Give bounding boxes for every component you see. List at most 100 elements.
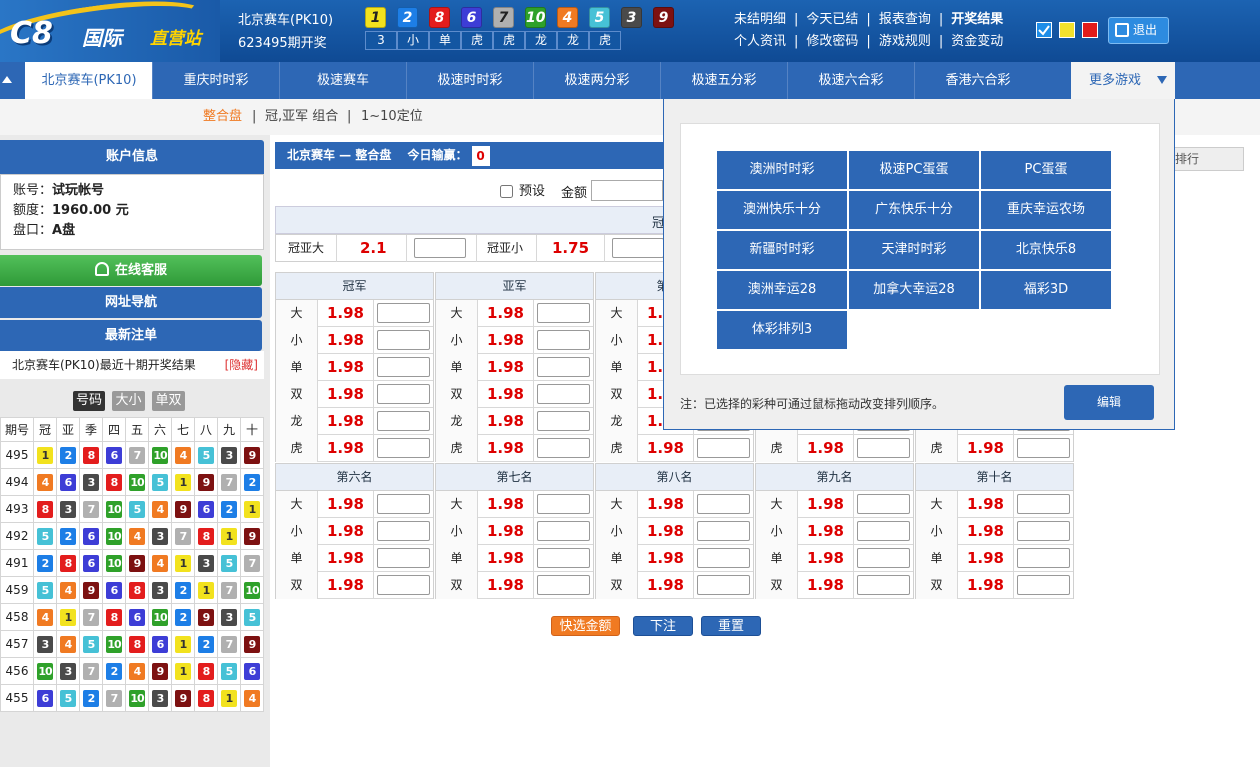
bet-amount-input[interactable] xyxy=(377,575,430,595)
mode-number[interactable]: 号码 xyxy=(73,391,105,411)
plate-value: A盘 xyxy=(52,223,76,238)
nav-tab[interactable]: 北京赛车(PK10) xyxy=(25,62,153,99)
nav-tab[interactable]: 极速六合彩 xyxy=(787,62,914,99)
edit-button[interactable]: 编辑 xyxy=(1064,385,1154,420)
bet-amount-input[interactable] xyxy=(697,548,750,568)
bet-amount-input[interactable] xyxy=(697,494,750,514)
subnav-gy-combo[interactable]: 冠,亚军 组合 xyxy=(265,99,338,135)
bet-amount-input[interactable] xyxy=(377,330,430,350)
bet-amount-input[interactable] xyxy=(857,494,910,514)
odds-value: 1.98 xyxy=(318,381,374,408)
bet-amount-input[interactable] xyxy=(537,494,590,514)
bet-amount-input[interactable] xyxy=(857,438,910,458)
nav-tab[interactable]: 极速时时彩 xyxy=(406,62,533,99)
nav-tab[interactable]: 香港六合彩 xyxy=(914,62,1041,99)
bet-amount-input[interactable] xyxy=(377,521,430,541)
bet-amount-input[interactable] xyxy=(537,521,590,541)
history-ball: 6 xyxy=(244,662,260,680)
theme-red-swatch[interactable] xyxy=(1082,22,1098,38)
bet-amount-input[interactable] xyxy=(537,438,590,458)
gy-small-label: 冠亚小 xyxy=(487,241,524,255)
quick-amount-button[interactable]: 快选金额 xyxy=(551,616,620,636)
latest-bets-button[interactable]: 最新注单 xyxy=(0,320,262,351)
top-link[interactable]: 资金变动 xyxy=(951,31,1003,53)
bet-amount-input[interactable] xyxy=(1017,521,1070,541)
bet-amount-input[interactable] xyxy=(537,303,590,323)
bet-amount-input[interactable] xyxy=(857,575,910,595)
limit-value: 1960.00 元 xyxy=(52,203,129,218)
nav-tab[interactable]: 极速五分彩 xyxy=(660,62,787,99)
gy-small-input[interactable] xyxy=(612,238,664,258)
bet-amount-input[interactable] xyxy=(377,303,430,323)
gy-big-input[interactable] xyxy=(414,238,466,258)
dropdown-game[interactable]: 极速PC蛋蛋 xyxy=(849,151,979,189)
top-link[interactable]: 修改密码 xyxy=(806,31,858,53)
reset-button[interactable]: 重置 xyxy=(701,616,761,636)
collapse-arrow-icon[interactable] xyxy=(2,76,12,83)
logo[interactable]: C8 国际 直营站 xyxy=(0,0,220,62)
bet-amount-input[interactable] xyxy=(537,575,590,595)
top-link[interactable]: 今天已结 xyxy=(806,9,858,31)
online-service-button[interactable]: 在线客服 xyxy=(0,255,262,286)
nav-tab[interactable]: 极速两分彩 xyxy=(533,62,660,99)
dropdown-game[interactable]: 重庆幸运农场 xyxy=(981,191,1111,229)
top-link[interactable]: 未结明细 xyxy=(734,9,786,31)
bet-amount-input[interactable] xyxy=(537,357,590,377)
dropdown-game[interactable]: PC蛋蛋 xyxy=(981,151,1111,189)
preset-toggle[interactable]: 预设 xyxy=(500,180,545,199)
nav-tab[interactable]: 重庆时时彩 xyxy=(152,62,279,99)
bet-amount-input[interactable] xyxy=(537,330,590,350)
dropdown-game[interactable]: 新疆时时彩 xyxy=(717,231,847,269)
bet-button[interactable]: 下注 xyxy=(633,616,693,636)
dropdown-game[interactable]: 北京快乐8 xyxy=(981,231,1111,269)
dropdown-game[interactable]: 福彩3D xyxy=(981,271,1111,309)
subnav-integrated[interactable]: 整合盘 xyxy=(203,99,242,135)
bet-amount-input[interactable] xyxy=(377,548,430,568)
dropdown-game[interactable]: 加拿大幸运28 xyxy=(849,271,979,309)
bet-amount-input[interactable] xyxy=(537,384,590,404)
top-link[interactable]: 报表查询 xyxy=(879,9,931,31)
amount-input[interactable] xyxy=(591,180,663,201)
subnav-position[interactable]: 1~10定位 xyxy=(361,99,423,135)
bet-amount-input[interactable] xyxy=(697,438,750,458)
bet-amount-input[interactable] xyxy=(537,411,590,431)
dropdown-game[interactable]: 澳洲时时彩 xyxy=(717,151,847,189)
top-link[interactable]: 个人资讯 xyxy=(734,31,786,53)
bet-amount-input[interactable] xyxy=(537,548,590,568)
top-link[interactable]: 开奖结果 xyxy=(951,9,1003,31)
theme-yellow-swatch[interactable] xyxy=(1059,22,1075,38)
theme-blue-checkbox[interactable] xyxy=(1036,22,1052,38)
dropdown-game[interactable]: 天津时时彩 xyxy=(849,231,979,269)
history-ball: 1 xyxy=(221,689,237,707)
dropdown-game[interactable]: 体彩排列3 xyxy=(717,311,847,349)
bet-amount-input[interactable] xyxy=(857,521,910,541)
history-cell: 1 xyxy=(171,549,195,577)
bet-amount-input[interactable] xyxy=(1017,575,1070,595)
more-games-label: 更多游戏 xyxy=(1089,73,1142,88)
preset-checkbox[interactable] xyxy=(500,185,513,198)
top-link[interactable]: 游戏规则 xyxy=(879,31,931,53)
bet-amount-input[interactable] xyxy=(1017,548,1070,568)
nav-tab[interactable]: 极速赛车 xyxy=(279,62,406,99)
bet-amount-input[interactable] xyxy=(697,575,750,595)
bet-amount-input[interactable] xyxy=(377,438,430,458)
link-separator: | xyxy=(938,12,944,27)
bet-amount-input[interactable] xyxy=(1017,494,1070,514)
dropdown-game[interactable]: 澳洲幸运28 xyxy=(717,271,847,309)
url-nav-button[interactable]: 网址导航 xyxy=(0,287,262,318)
mode-size[interactable]: 大小 xyxy=(112,391,145,411)
odds-value: 1.98 xyxy=(478,381,534,408)
bet-amount-input[interactable] xyxy=(377,411,430,431)
bet-amount-input[interactable] xyxy=(697,521,750,541)
more-games-button[interactable]: 更多游戏 xyxy=(1071,62,1175,99)
bet-amount-input[interactable] xyxy=(377,384,430,404)
bet-amount-input[interactable] xyxy=(377,357,430,377)
logout-button[interactable]: 退出 xyxy=(1108,17,1169,44)
dropdown-game[interactable]: 广东快乐十分 xyxy=(849,191,979,229)
hide-link[interactable]: [隐藏] xyxy=(225,351,258,379)
bet-amount-input[interactable] xyxy=(1017,438,1070,458)
bet-amount-input[interactable] xyxy=(377,494,430,514)
dropdown-game[interactable]: 澳洲快乐十分 xyxy=(717,191,847,229)
mode-odd-even[interactable]: 单双 xyxy=(152,391,185,411)
bet-amount-input[interactable] xyxy=(857,548,910,568)
